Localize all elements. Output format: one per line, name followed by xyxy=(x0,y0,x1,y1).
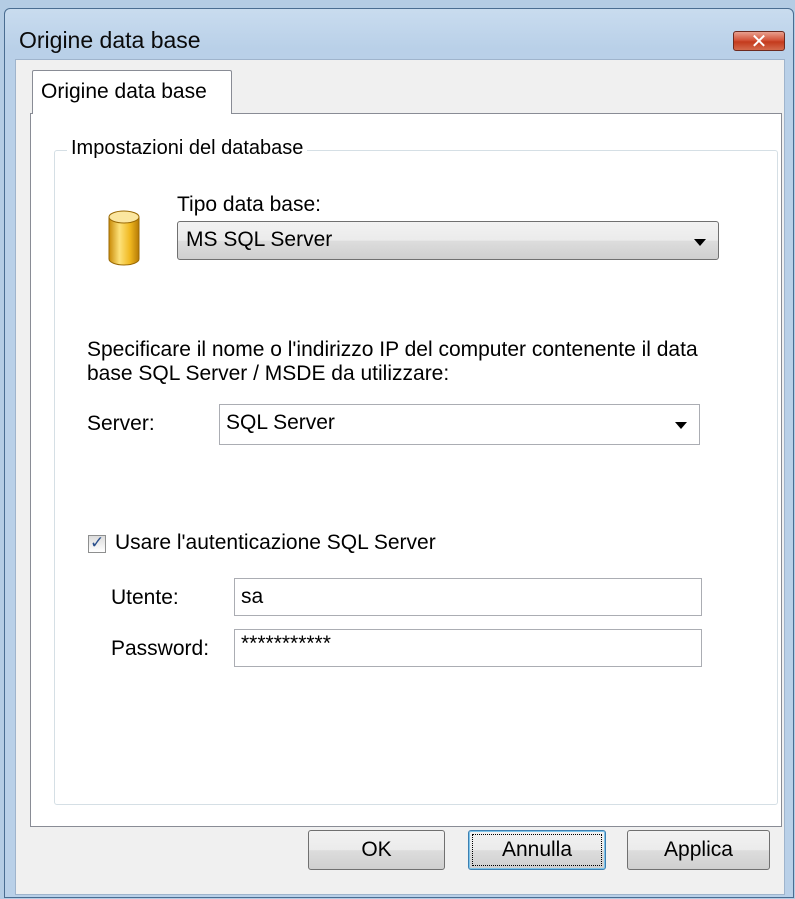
close-icon: ✕ xyxy=(750,29,768,53)
checkmark-icon: ✓ xyxy=(90,533,105,553)
window-title: Origine data base xyxy=(19,27,201,53)
title-bar[interactable]: Origine data base ✕ xyxy=(5,9,793,59)
user-field[interactable]: sa xyxy=(234,578,702,616)
group-label: Impostazioni del database xyxy=(67,137,308,160)
user-value: sa xyxy=(241,585,264,608)
instructions-line-1: Specificare il nome o l'indirizzo IP del… xyxy=(87,338,698,361)
password-field[interactable]: *********** xyxy=(234,629,702,667)
server-label: Server: xyxy=(87,412,155,435)
password-value: *********** xyxy=(241,632,331,655)
cancel-button[interactable]: Annulla xyxy=(468,830,606,870)
password-label: Password: xyxy=(111,637,210,660)
tab-label: Origine data base xyxy=(41,80,207,103)
ok-button[interactable]: OK xyxy=(308,830,445,870)
tab-page: Impostazioni del database Tipo data base… xyxy=(30,113,782,827)
database-settings-group: Impostazioni del database Tipo data base… xyxy=(54,137,778,805)
apply-button[interactable]: Applica xyxy=(627,830,770,870)
sql-auth-checkbox[interactable]: ✓ xyxy=(88,533,106,553)
tab-origine-data-base[interactable]: Origine data base xyxy=(32,70,232,114)
dialog-client-area: Origine data base Impostazioni del datab… xyxy=(15,59,785,895)
db-type-label: Tipo data base: xyxy=(177,193,321,216)
database-icon xyxy=(108,210,140,266)
dialog-window: Origine data base ✕ Origine data base Im… xyxy=(4,8,794,898)
close-button[interactable]: ✕ xyxy=(733,29,785,53)
db-type-dropdown[interactable]: MS SQL Server xyxy=(177,221,719,260)
chevron-down-icon xyxy=(694,239,706,246)
server-combobox[interactable]: SQL Server xyxy=(219,404,700,445)
user-label: Utente: xyxy=(111,586,179,609)
focus-ring xyxy=(472,834,602,866)
db-type-value: MS SQL Server xyxy=(186,228,333,251)
chevron-down-icon xyxy=(675,422,687,429)
sql-auth-label[interactable]: Usare l'autenticazione SQL Server xyxy=(115,531,436,555)
server-value: SQL Server xyxy=(226,411,335,434)
instructions-line-2: base SQL Server / MSDE da utilizzare: xyxy=(87,362,450,385)
